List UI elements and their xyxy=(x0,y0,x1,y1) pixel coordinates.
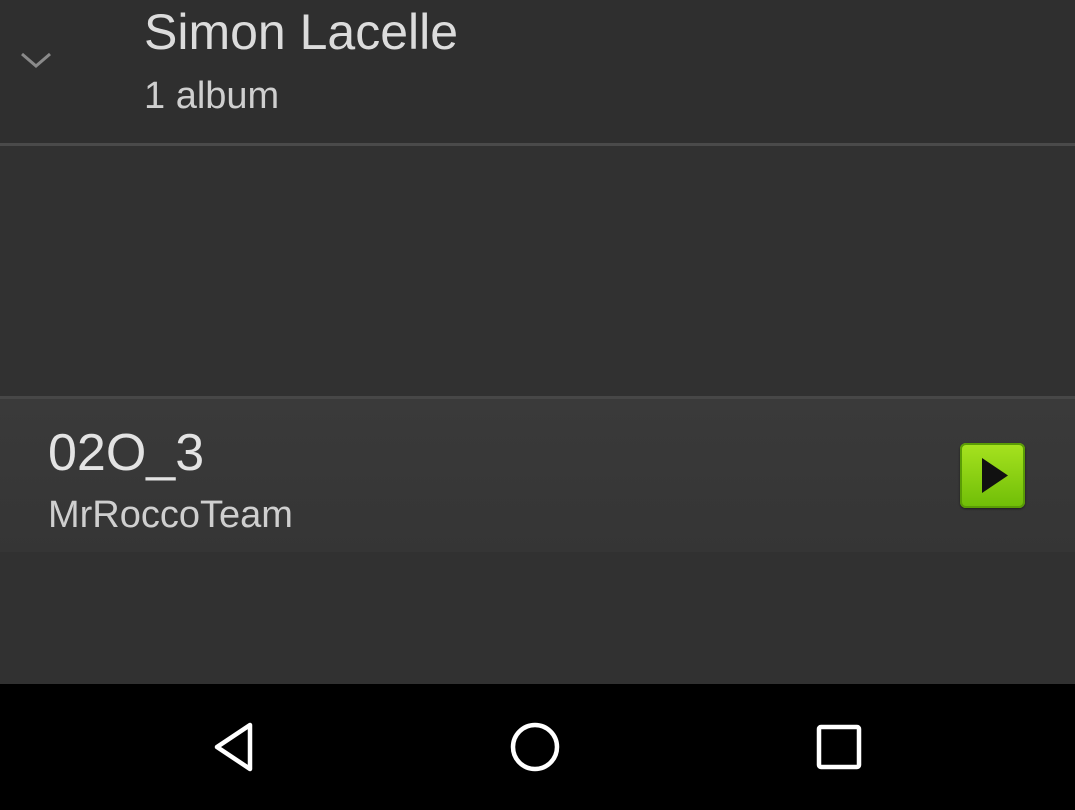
recents-button[interactable] xyxy=(809,717,869,777)
chevron-down-icon[interactable] xyxy=(18,50,54,74)
back-triangle-icon xyxy=(205,722,265,781)
back-button[interactable] xyxy=(205,717,265,777)
system-nav-bar xyxy=(0,684,1075,810)
play-button[interactable] xyxy=(960,443,1025,508)
artist-name: Simon Lacelle xyxy=(144,4,459,60)
track-artist: MrRoccoTeam xyxy=(48,494,293,536)
music-library-screen: Simon Lacelle 1 album 02O_3 MrRoccoTeam xyxy=(0,0,1075,810)
recents-square-icon xyxy=(809,724,869,781)
home-circle-icon xyxy=(505,722,565,781)
track-title: 02O_3 xyxy=(48,424,205,482)
header-divider xyxy=(0,143,1075,146)
home-button[interactable] xyxy=(505,717,565,777)
album-count: 1 album xyxy=(144,75,280,117)
track-row[interactable]: 02O_3 MrRoccoTeam xyxy=(0,396,1075,552)
artist-group-header[interactable]: Simon Lacelle 1 album xyxy=(0,0,1075,144)
